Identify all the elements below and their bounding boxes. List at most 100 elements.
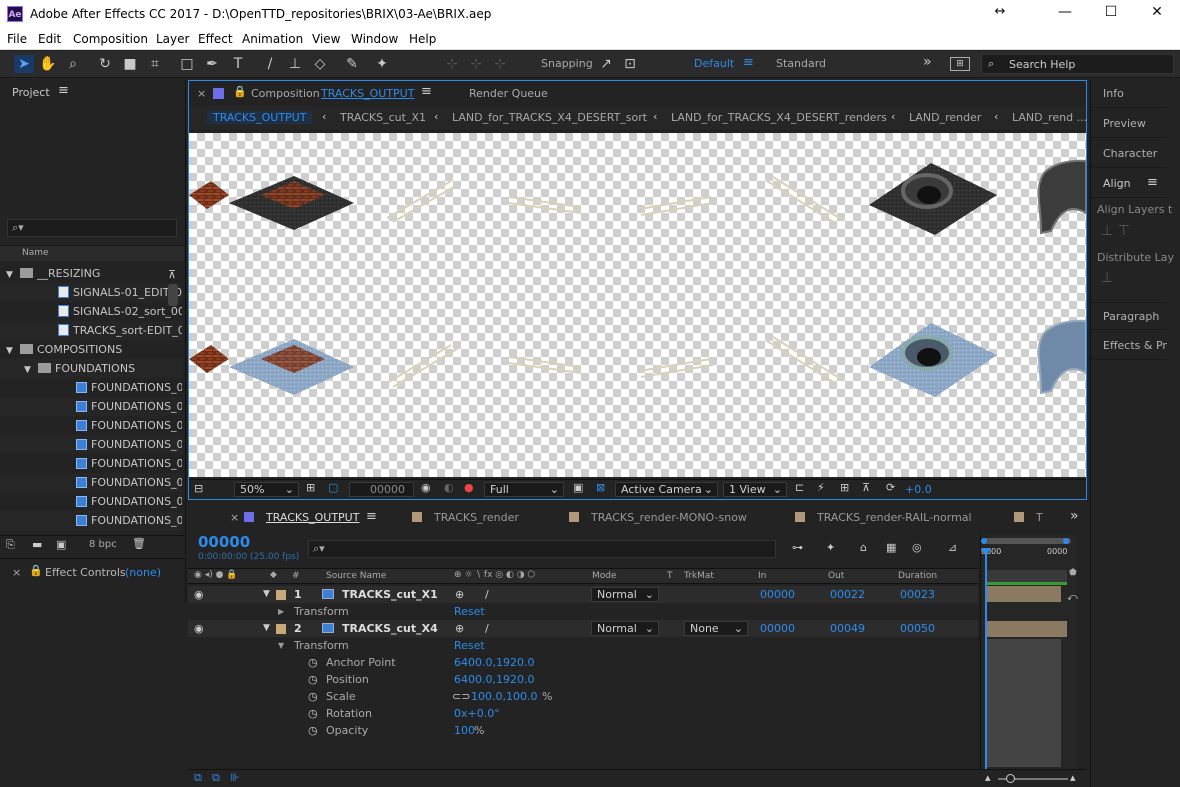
breadcrumb-item[interactable]: LAND_render bbox=[909, 111, 981, 124]
panel-menu-icon[interactable]: ≡ bbox=[421, 84, 432, 99]
graph-editor-icon[interactable]: ⊿ bbox=[948, 541, 957, 554]
project-item-row[interactable]: FOUNDATIONS_0 bbox=[0, 397, 182, 416]
align-buttons-icon[interactable]: ⊥ ⊤ bbox=[1101, 223, 1130, 239]
project-search-input[interactable]: ⌕▾ bbox=[7, 219, 177, 237]
project-item-row[interactable]: FOUNDATIONS_0 bbox=[0, 378, 182, 397]
camera-tool-icon[interactable]: ■ bbox=[120, 55, 140, 73]
camera-dropdown[interactable]: Active Camera ⌄ bbox=[615, 482, 718, 497]
layer-switches-toggle-icon[interactable]: ⧉ bbox=[194, 771, 202, 785]
interpret-footage-icon[interactable]: ⎘ bbox=[6, 538, 15, 552]
label-color-icon[interactable] bbox=[276, 590, 286, 600]
new-folder-icon[interactable]: ▬ bbox=[32, 538, 42, 551]
out-header[interactable]: Out bbox=[828, 571, 844, 581]
project-panel-title[interactable]: Project bbox=[12, 86, 50, 99]
roto-brush-tool-icon[interactable]: ✎ bbox=[342, 55, 362, 73]
project-item-row[interactable]: FOUNDATIONS_0 bbox=[0, 473, 182, 492]
render-queue-tab[interactable]: Render Queue bbox=[469, 87, 548, 100]
layer-out-point[interactable]: 00049 bbox=[830, 620, 865, 637]
in-out-toggle-icon[interactable]: ⊪ bbox=[230, 771, 240, 784]
project-folder-row[interactable]: ▼ __RESIZING bbox=[0, 264, 182, 283]
layer-name[interactable]: TRACKS_cut_X4 bbox=[342, 620, 438, 637]
transform-property-row[interactable]: ◷ Anchor Point 6400.0,1920.0 bbox=[188, 654, 978, 671]
blend-mode-dropdown[interactable]: Normal ⌄ bbox=[591, 621, 659, 636]
snap-features-icon[interactable]: ⊡ bbox=[620, 55, 640, 73]
workspace-default[interactable]: Default bbox=[694, 57, 734, 70]
twirl-down-icon[interactable]: ▼ bbox=[6, 342, 20, 359]
resolution-dropdown[interactable]: Full ⌄ bbox=[484, 482, 564, 497]
stopwatch-icon[interactable]: ◷ bbox=[308, 722, 318, 739]
rotate-tool-icon[interactable]: ↻ bbox=[95, 55, 115, 73]
layer-name[interactable]: TRACKS_cut_X1 bbox=[342, 586, 438, 603]
trkmat-header[interactable]: TrkMat bbox=[684, 571, 714, 581]
timeline-tab[interactable]: TRACKS_render-RAIL-normal bbox=[817, 511, 972, 524]
project-item-row[interactable]: FOUNDATIONS_0 bbox=[0, 454, 182, 473]
show-snapshot-icon[interactable]: ◐ bbox=[444, 481, 454, 494]
work-area-start-handle[interactable] bbox=[981, 538, 987, 544]
draft-3d-icon[interactable]: ✦ bbox=[826, 541, 835, 554]
twirl-right-icon[interactable]: ▶ bbox=[278, 603, 284, 620]
frame-blending-icon[interactable]: ▦ bbox=[886, 541, 896, 554]
menu-help[interactable]: Help bbox=[409, 32, 436, 46]
magnification-dropdown[interactable]: 50% ⌄ bbox=[234, 482, 299, 497]
transform-group[interactable]: ▼ Transform Reset bbox=[188, 637, 978, 654]
exposure-value[interactable]: +0.0 bbox=[905, 483, 932, 496]
sync-settings-icon[interactable]: ⊞ bbox=[950, 57, 970, 71]
view-layout-dropdown[interactable]: 1 View ⌄ bbox=[723, 482, 787, 497]
menu-view[interactable]: View bbox=[312, 32, 340, 46]
stopwatch-icon[interactable]: ◷ bbox=[308, 671, 318, 688]
project-item-row[interactable]: SIGNALS-01_EDIT_00 bbox=[0, 283, 182, 302]
local-axis-icon[interactable]: ⊹ bbox=[442, 55, 462, 73]
type-tool-icon[interactable]: T bbox=[228, 55, 248, 73]
project-scrollbar-thumb[interactable] bbox=[168, 284, 178, 306]
transform-property-row[interactable]: ◷ Rotation 0x+0.0° bbox=[188, 705, 978, 722]
time-ruler[interactable] bbox=[987, 570, 1067, 582]
timeline-icon[interactable]: ⊞ bbox=[840, 481, 849, 494]
transform-group[interactable]: ▶ Transform Reset bbox=[188, 603, 978, 620]
collapse-switch-icon[interactable]: ⊕ bbox=[455, 586, 464, 603]
close-button[interactable]: ✕ bbox=[1142, 4, 1172, 20]
panel-menu-icon[interactable]: ≡ bbox=[1147, 175, 1158, 190]
quality-switch-icon[interactable]: / bbox=[485, 586, 489, 603]
breadcrumb-item[interactable]: LAND_for_TRACKS_X4_DESERT_renders bbox=[671, 111, 887, 124]
snapshot-icon[interactable]: ◉ bbox=[421, 481, 431, 494]
zoom-out-icon[interactable]: ▴ bbox=[985, 771, 991, 784]
puppet-pin-tool-icon[interactable]: ✦ bbox=[372, 55, 392, 73]
brush-tool-icon[interactable]: / bbox=[260, 55, 280, 73]
lock-icon[interactable]: 🔒 bbox=[233, 85, 247, 98]
maximize-button[interactable]: ☐ bbox=[1096, 4, 1126, 20]
channels-icon[interactable]: ● bbox=[464, 481, 474, 494]
blend-mode-dropdown[interactable]: Normal ⌄ bbox=[591, 587, 659, 602]
bit-depth-button[interactable]: 8 bpc bbox=[89, 539, 117, 550]
hide-shy-layers-icon[interactable]: ⌂ bbox=[860, 541, 867, 554]
motion-blur-icon[interactable]: ◎ bbox=[912, 541, 922, 554]
layer-duration[interactable]: 00023 bbox=[900, 586, 935, 603]
layer-in-point[interactable]: 00000 bbox=[760, 586, 795, 603]
info-panel-tab[interactable]: Info bbox=[1091, 80, 1167, 108]
clone-stamp-tool-icon[interactable]: ⊥ bbox=[285, 55, 305, 73]
menu-effect[interactable]: Effect bbox=[198, 32, 233, 46]
lock-icon[interactable]: 🔒 bbox=[29, 564, 43, 577]
property-value[interactable]: 100.0,100.0 bbox=[471, 688, 537, 705]
layer-duration[interactable]: 00050 bbox=[900, 620, 935, 637]
in-header[interactable]: In bbox=[758, 571, 766, 581]
flowchart-icon[interactable]: ⊼ bbox=[168, 268, 176, 281]
layer-row[interactable]: ◉ ▼ 2 TRACKS_cut_X4 ⊕ / Normal ⌄ None ⌄ 00… bbox=[188, 620, 978, 637]
effect-controls-title[interactable]: Effect Controls bbox=[45, 566, 126, 579]
breadcrumb-item[interactable]: LAND_rend ... bbox=[1012, 111, 1087, 124]
time-graph[interactable]: 0000 0000 ⬟ ⤺ bbox=[980, 535, 1078, 769]
breadcrumb-item[interactable]: TRACKS_cut_X1 bbox=[340, 111, 426, 124]
stopwatch-icon[interactable]: ◷ bbox=[308, 688, 318, 705]
layer-row[interactable]: ◉ ▼ 1 TRACKS_cut_X1 ⊕ / Normal ⌄ 00000 00… bbox=[188, 586, 978, 603]
project-item-row[interactable]: FOUNDATIONS_0 bbox=[0, 435, 182, 454]
new-composition-icon[interactable]: ▣ bbox=[56, 538, 66, 551]
name-column-header[interactable]: Name bbox=[22, 248, 49, 258]
property-value[interactable]: 100 bbox=[454, 722, 475, 739]
quality-switch-icon[interactable]: / bbox=[485, 620, 489, 637]
reset-exposure-icon[interactable]: ⟳ bbox=[886, 481, 895, 494]
twirl-down-icon[interactable]: ▼ bbox=[6, 266, 20, 283]
project-item-row[interactable]: SIGNALS-02_sort_00- bbox=[0, 302, 182, 321]
resize-icon[interactable]: ↔ bbox=[985, 4, 1015, 19]
view-axis-icon[interactable]: ⊹ bbox=[490, 55, 510, 73]
timeline-search-input[interactable]: ⌕▾ bbox=[308, 540, 776, 558]
comp-marker-bin-icon[interactable]: ⬟ bbox=[1069, 568, 1077, 578]
